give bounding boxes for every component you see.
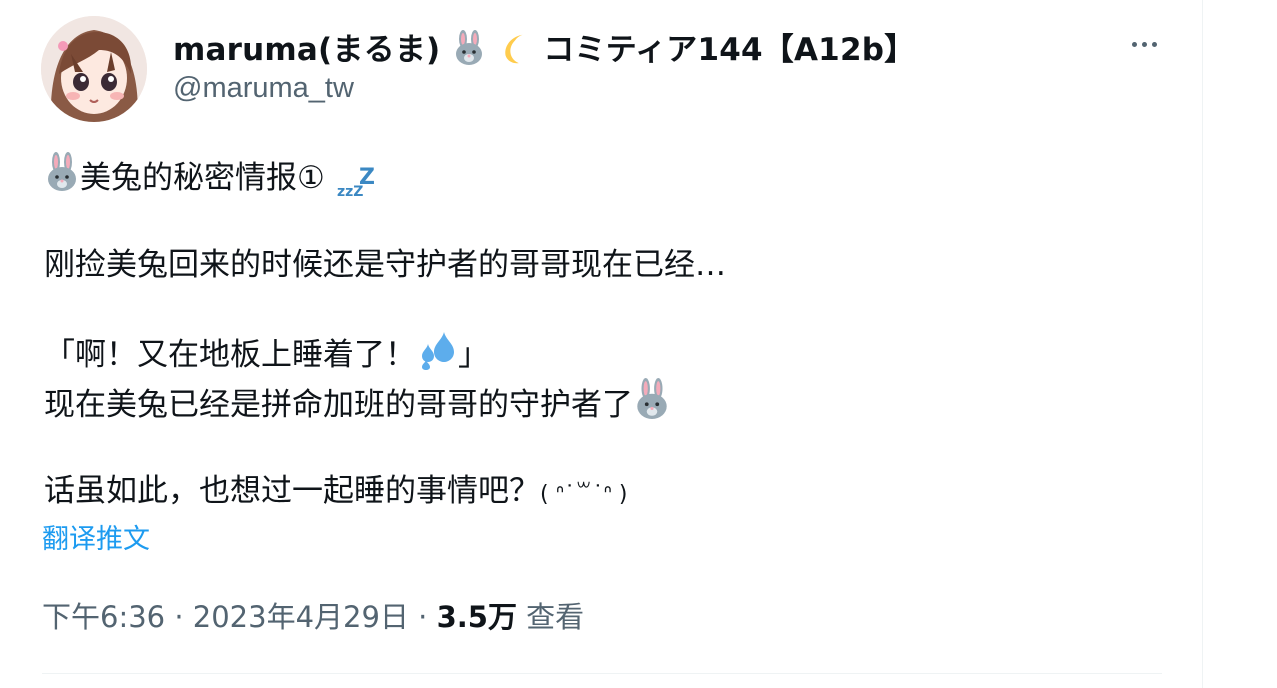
meta-separator: · (408, 600, 437, 634)
meta-separator: · (165, 600, 193, 634)
tweet-meta: 下午6:36 · 2023年4月29日 · 3.5万 查看 (42, 594, 584, 636)
views-label[interactable]: 查看 (517, 600, 584, 634)
rabbit-face-icon (633, 378, 671, 435)
rabbit-face-icon (451, 29, 487, 74)
tweet-line-4: 现在美兔已经是拼命加班的哥哥的守护者了 (44, 387, 633, 423)
tweet-line: 现在美兔已经是拼命加班的哥哥的守护者了 (44, 378, 1164, 428)
tweet-line: 美兔的秘密情报① zzZ Z (44, 152, 1164, 202)
anime-girl-avatar-icon (41, 16, 147, 122)
display-name-suffix: コミティア144【A12b】 (543, 32, 916, 68)
author-handle[interactable]: @maruma_tw (173, 72, 354, 105)
svg-text:Z: Z (359, 165, 375, 190)
tweet-line-3: 「啊！又在地板上睡着了！ (44, 337, 416, 373)
tweet-date[interactable]: 2023年4月29日 (193, 600, 409, 634)
divider (42, 673, 1162, 674)
kaomoji: ( ᐢ˙꒳​˙ᐢ ) (540, 482, 628, 507)
author-avatar[interactable] (41, 16, 147, 122)
tweet-line-2: 刚捡美兔回来的时候还是守护者的哥哥现在已经… (44, 247, 726, 283)
more-dots-icon (1131, 41, 1137, 47)
tweet-time[interactable]: 下午6:36 (42, 600, 165, 634)
tweet-text: 美兔的秘密情报① zzZ Z 刚捡美兔回来的时候还是守护者的哥哥现在已经… 「啊… (44, 152, 1164, 516)
translate-tweet-link[interactable]: 翻译推文 (42, 517, 150, 556)
tweet-line-1: 美兔的秘密情报① (80, 160, 325, 196)
more-options-button[interactable] (1124, 28, 1164, 60)
zzz-icon: zzZ Z (335, 160, 379, 200)
crescent-moon-icon (498, 31, 532, 73)
tweet-line-3-end: 」 (458, 337, 489, 373)
tweet-line: 话虽如此，也想过一起睡的事情吧？( ᐢ˙꒳​˙ᐢ ) (44, 466, 1164, 516)
rabbit-face-icon (44, 152, 80, 207)
tweet-line: 「啊！又在地板上睡着了！ 」 (44, 328, 1164, 378)
right-column-border (1202, 0, 1203, 688)
views-count[interactable]: 3.5万 (437, 600, 517, 634)
display-name-text: maruma(まるま) (173, 32, 441, 68)
sweat-droplets-icon (416, 328, 458, 385)
author-display-name[interactable]: maruma(まるま) コミティア144【A12b】 (173, 24, 915, 74)
tweet-line-5: 话虽如此，也想过一起睡的事情吧？ (44, 473, 540, 509)
